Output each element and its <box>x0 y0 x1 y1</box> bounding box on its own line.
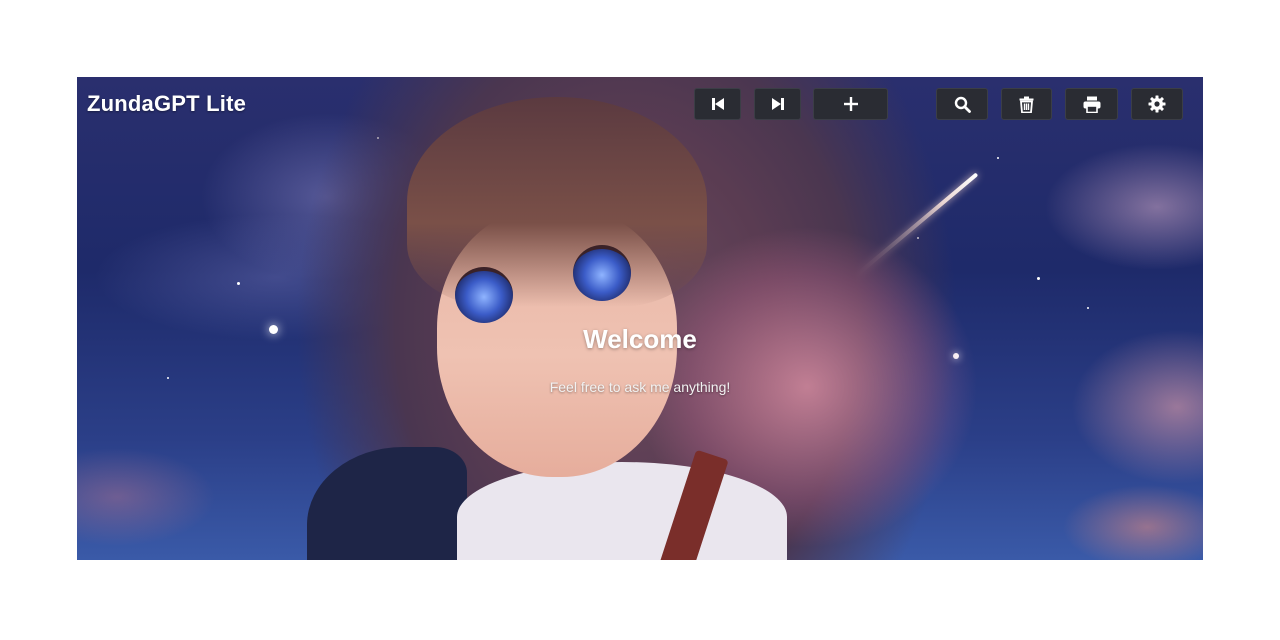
settings-button[interactable] <box>1131 88 1183 120</box>
search-button[interactable] <box>936 88 988 120</box>
character-eye-right <box>573 245 631 301</box>
welcome-title: Welcome <box>583 324 697 354</box>
gear-icon <box>1148 95 1166 113</box>
previous-button[interactable] <box>694 88 741 120</box>
new-chat-button[interactable] <box>813 88 888 120</box>
skip-next-icon <box>771 98 784 110</box>
next-button[interactable] <box>754 88 801 120</box>
skip-previous-icon <box>711 98 724 110</box>
delete-button[interactable] <box>1001 88 1052 120</box>
print-icon <box>1083 96 1100 113</box>
character-eye-left <box>455 267 513 323</box>
star <box>237 282 240 285</box>
star <box>1087 307 1089 309</box>
star <box>997 157 999 159</box>
app-window: ZundaGPT Lite Welcome Feel free to ask m… <box>77 77 1203 560</box>
character-bangs <box>407 97 707 307</box>
plus-icon <box>843 97 858 111</box>
trash-icon <box>1019 96 1034 113</box>
search-icon <box>954 96 971 113</box>
app-title: ZundaGPT Lite <box>87 91 247 116</box>
print-button[interactable] <box>1065 88 1118 120</box>
background-illustration <box>77 77 1203 560</box>
star <box>1037 277 1040 280</box>
welcome-subtitle: Feel free to ask me anything! <box>549 379 731 395</box>
